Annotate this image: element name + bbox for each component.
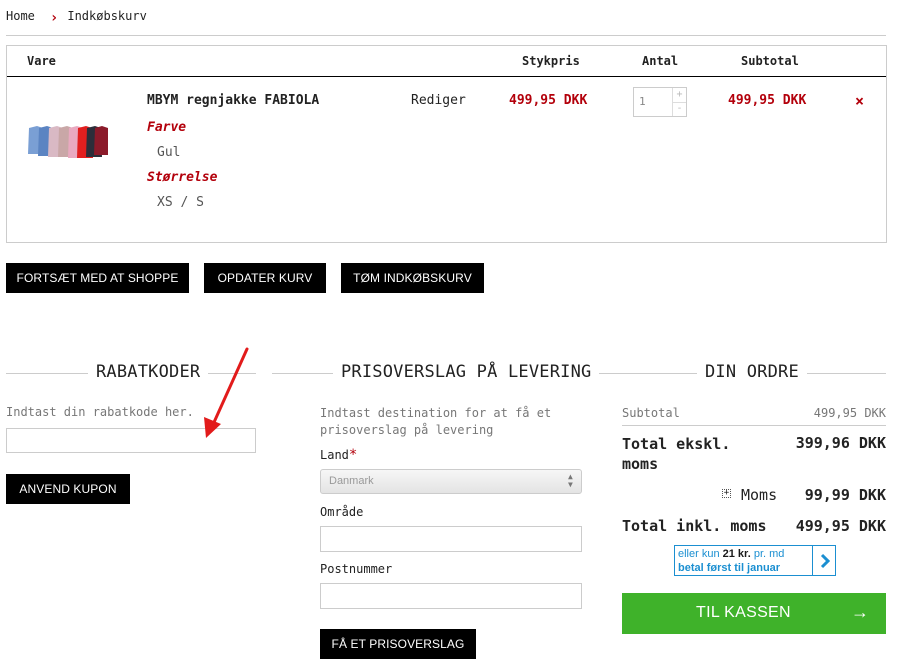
quantity-input[interactable]: 1 — [639, 95, 646, 108]
shipping-hint: Indtast destination for at få et prisove… — [320, 405, 580, 439]
qty-increment-button[interactable]: + — [672, 88, 686, 102]
country-label-text: Land — [320, 448, 349, 462]
order-excl-value: 399,96 DKK — [795, 434, 886, 452]
checkout-button[interactable]: TIL KASSEN → — [622, 593, 886, 634]
update-cart-button[interactable]: OPDATER KURV — [204, 263, 326, 293]
financing-promo[interactable]: eller kun 21 kr. pr. md betal først til … — [674, 545, 836, 576]
breadcrumb: Home › Indkøbskurv — [6, 8, 147, 26]
zip-input[interactable] — [320, 583, 582, 609]
country-select-value: Danmark — [329, 475, 374, 487]
promo-post: pr. md — [750, 548, 785, 560]
attr-size-label: Størrelse — [147, 170, 218, 185]
tax-expand-icon[interactable]: + — [722, 489, 731, 498]
product-image[interactable] — [27, 124, 109, 162]
apply-coupon-button[interactable]: ANVEND KUPON — [6, 474, 130, 504]
unit-price: 499,95 DKK — [509, 93, 588, 108]
promo-pre: eller kun — [678, 548, 723, 560]
order-incl-label: Total inkl. moms — [622, 517, 767, 535]
header-qty: Antal — [642, 54, 679, 68]
divider — [6, 35, 886, 36]
attr-size-value: XS / S — [157, 195, 204, 210]
country-label: Land* — [320, 447, 357, 463]
product-name[interactable]: MBYM regnjakke FABIOLA — [147, 93, 319, 108]
order-subtotal-label: Subtotal — [622, 406, 680, 420]
header-unit-price: Stykpris — [522, 54, 580, 68]
region-label: Område — [320, 505, 364, 519]
empty-cart-button[interactable]: TØM INDKØBSKURV — [341, 263, 484, 293]
checkout-label: TIL KASSEN — [696, 604, 791, 621]
breadcrumb-current: Indkøbskurv — [67, 9, 147, 23]
annotation-arrow-icon — [204, 347, 249, 438]
header-item: Vare — [27, 54, 56, 68]
region-input[interactable] — [320, 526, 582, 552]
select-arrows-icon: ▲ ▼ — [568, 472, 573, 489]
get-estimate-button[interactable]: FÅ ET PRISOVERSLAG — [320, 629, 476, 659]
row-subtotal: 499,95 DKK — [728, 93, 807, 108]
order-subtotal-value: 499,95 DKK — [813, 406, 886, 420]
promo-chevron-icon — [812, 546, 836, 575]
order-incl-value: 499,95 DKK — [795, 517, 886, 535]
product-thumbnail — [28, 126, 108, 158]
breadcrumb-separator-icon: › — [49, 10, 59, 26]
financing-promo-text: eller kun 21 kr. pr. md betal først til … — [678, 547, 784, 575]
breadcrumb-home[interactable]: Home — [6, 9, 35, 23]
order-excl-label: Total ekskl. moms — [622, 434, 752, 474]
coupon-hint: Indtast din rabatkode her. — [6, 405, 194, 419]
promo-amount: 21 kr. — [722, 548, 751, 560]
order-tax-label: Moms — [741, 486, 778, 504]
order-title: DIN ORDRE — [697, 362, 807, 382]
attr-color-label: Farve — [147, 120, 187, 135]
header-subtotal: Subtotal — [741, 54, 799, 68]
cart-table: Vare Stykpris Antal Subtotal MBYM regnja… — [6, 45, 887, 243]
attr-color-value: Gul — [157, 145, 181, 160]
country-select[interactable]: Danmark ▲ ▼ — [320, 469, 582, 494]
shipping-hint-text: Indtast destination for at få et prisove… — [320, 406, 552, 437]
edit-link[interactable]: Rediger — [411, 93, 466, 108]
checkout-arrow-icon: → — [851, 602, 869, 622]
required-marker: * — [348, 447, 358, 463]
qty-decrement-button[interactable]: - — [672, 102, 686, 116]
zip-label: Postnummer — [320, 562, 393, 576]
shipping-title: PRISOVERSLAG PÅ LEVERING — [333, 362, 600, 382]
remove-item-icon[interactable]: × — [855, 92, 864, 110]
order-excl-label-text: Total ekskl. moms — [622, 435, 731, 473]
coupon-title: RABATKODER — [88, 362, 209, 382]
order-divider — [622, 425, 886, 426]
quantity-stepper[interactable]: 1 + - — [633, 87, 687, 117]
order-tax-value: 99,99 DKK — [804, 486, 886, 504]
promo-line2: betal først til januar — [678, 562, 781, 574]
continue-shopping-button[interactable]: FORTSÆT MED AT SHOPPE — [6, 263, 189, 293]
cart-table-header: Vare Stykpris Antal Subtotal — [7, 46, 886, 77]
